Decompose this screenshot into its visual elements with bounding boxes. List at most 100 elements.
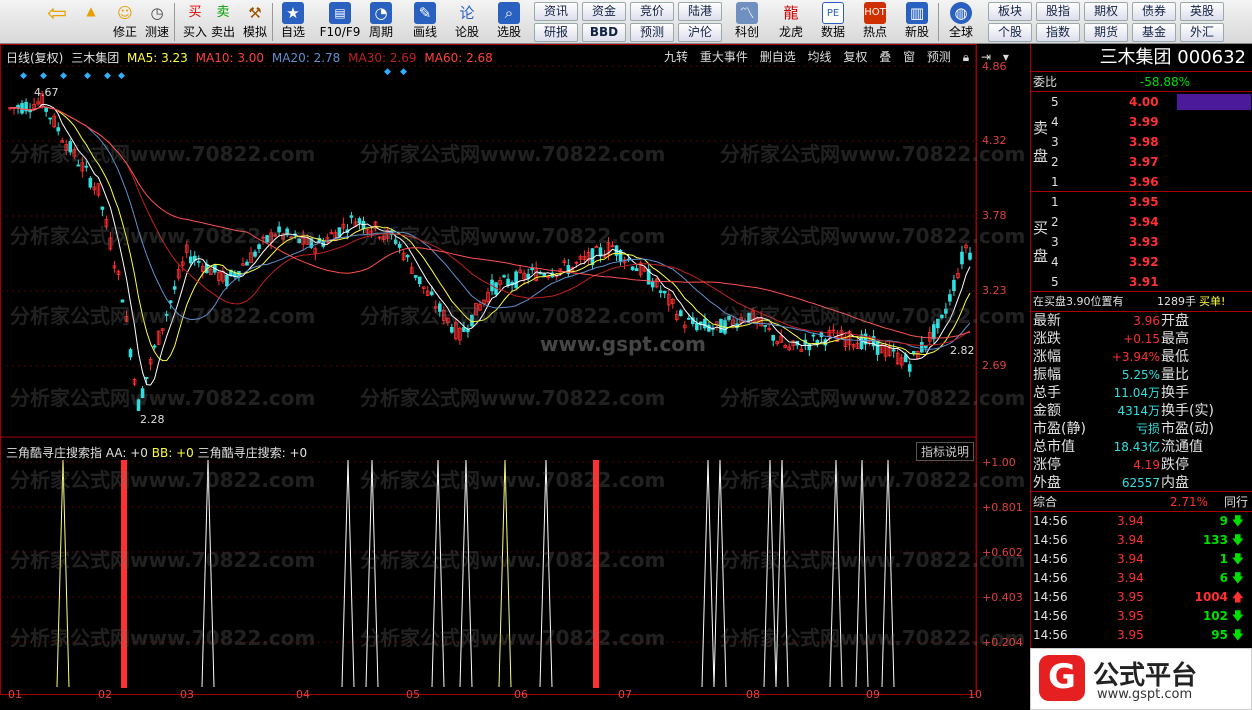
candle-body (907, 364, 912, 372)
hotspot-button[interactable]: HOT 热点 (858, 2, 892, 42)
futures-tab[interactable]: 期货 (1084, 23, 1128, 42)
indicator-spike (498, 459, 512, 688)
shanghai-london-tab[interactable]: 沪伦 (678, 23, 722, 42)
simulate-button[interactable]: ⚒ 模拟 (238, 2, 272, 42)
kline-chart[interactable]: ◆ ◆ ◆ ◆ ◆ ◆ ◆ ◆ (0, 44, 1030, 710)
auction-tab[interactable]: 竞价 (630, 2, 674, 21)
up-arrow-button[interactable]: ▲ (80, 2, 102, 42)
candle-body (911, 350, 916, 354)
stat-label: 金额 (1033, 403, 1061, 419)
stat-label-2: 内盘 (1161, 475, 1189, 491)
sell-price: 4.00 (1129, 95, 1159, 109)
ma60-line (10, 106, 971, 339)
f10-button[interactable]: ▤ F10/F9 (318, 2, 362, 42)
sell-level: 2 (1051, 155, 1059, 169)
tick-time: 14:56 (1033, 514, 1068, 528)
candle-body (277, 226, 281, 233)
ipo-button[interactable]: ▥ 新股 (900, 2, 934, 42)
kline-chart-area[interactable]: ◆ ◆ ◆ ◆ ◆ ◆ ◆ ◆ 分析家公式网www.70822.com 分析家公式网www.7… (0, 44, 1030, 710)
tool-window[interactable]: 窗 (903, 50, 915, 64)
drawline-button[interactable]: ✎ 画线 (408, 2, 442, 42)
event-marker: ◆ (84, 71, 91, 81)
stat-row: 最新 3.96 开盘 (1031, 312, 1252, 330)
logo-url: www.gspt.com (1097, 687, 1193, 702)
research-tab[interactable]: 研报 (534, 23, 578, 42)
candle-body (265, 235, 269, 243)
index-tab[interactable]: 指数 (1036, 23, 1080, 42)
tool-jiuzhuan[interactable]: 九转 (664, 50, 688, 64)
candle-body (20, 103, 24, 114)
indicator-red-bar (121, 460, 127, 688)
sell-button[interactable]: 卖 卖出 (206, 2, 240, 42)
tick-time: 14:56 (1033, 609, 1068, 623)
candle-body (120, 299, 125, 303)
indicator-aa: AA: +0 (105, 446, 148, 460)
period-label: 日线(复权) (6, 51, 64, 65)
stat-value: 亏损 (1135, 422, 1160, 436)
back-button[interactable]: ⇦ (40, 1, 74, 42)
hammer-icon: ⚒ (248, 4, 262, 22)
index-futures-tab[interactable]: 股指 (1036, 2, 1080, 21)
indicator-spike (701, 459, 715, 688)
candle-body (932, 324, 936, 340)
dragon-tiger-button[interactable]: 龍 龙虎 (774, 2, 808, 42)
indicator-help-button[interactable]: 指标说明 (916, 442, 975, 461)
candle-body (875, 340, 880, 355)
tool-forecast[interactable]: 预测 (927, 50, 951, 64)
options-tab[interactable]: 期权 (1084, 2, 1128, 21)
arrow-up-icon: 🡅 (1231, 590, 1244, 604)
candle-body (960, 251, 964, 265)
candle-body (245, 261, 249, 266)
tick-time: 14:56 (1033, 590, 1068, 604)
period-button[interactable]: ◔ 周期 (364, 2, 398, 42)
bbd-tab[interactable]: BBD (582, 23, 626, 42)
stat-label-2: 量比 (1161, 367, 1189, 383)
stat-row: 总市值 18.43亿 流通值 (1031, 438, 1252, 456)
bonds-tab[interactable]: 债券 (1132, 2, 1176, 21)
hk-connect-tab[interactable]: 陆港 (678, 2, 722, 21)
discuss-button[interactable]: 论 论股 (450, 2, 484, 42)
stock-tab[interactable]: 个股 (988, 23, 1032, 42)
tool-overlay[interactable]: 叠 (879, 50, 891, 64)
sector-tab[interactable]: 板块 (988, 2, 1032, 21)
main-toolbar: ⇦ ▲ ☺ 修正 ◷ 测速 买 买入 卖 卖出 ⚒ 模拟 ★ 自选 ▤ F10/… (0, 0, 1252, 44)
chart-icon: 〽 (736, 2, 758, 24)
buy-price: 3.92 (1129, 255, 1159, 269)
tool-ma[interactable]: 均线 (808, 50, 832, 64)
fix-button[interactable]: ☺ 修正 (108, 2, 142, 42)
stat-label: 振幅 (1033, 367, 1061, 383)
event-marker: ◆ (118, 71, 125, 81)
tool-remove-watch[interactable]: 删自选 (760, 50, 796, 64)
candle-body (349, 215, 354, 218)
news-tab[interactable]: 资讯 (534, 2, 578, 21)
tool-major-events[interactable]: 重大事件 (700, 50, 748, 64)
candle-body (542, 273, 547, 277)
ma10-line (10, 106, 971, 362)
order-action: 买单! (1199, 295, 1226, 308)
candle-body (462, 327, 466, 332)
star-market-button[interactable]: 〽 科创 (730, 2, 764, 42)
indicator-spike (201, 459, 215, 688)
forecast-tab[interactable]: 预测 (630, 23, 674, 42)
candle-body (919, 342, 924, 353)
stat-label-2: 换手(实) (1161, 403, 1214, 419)
watchlist-button[interactable]: ★ 自选 (276, 2, 310, 42)
lock-icon[interactable]: 🔒︎ (963, 50, 969, 64)
buy-level-row: 5 3.91 (1047, 272, 1251, 292)
ma20-line (10, 106, 971, 350)
uk-stock-tab[interactable]: 英股 (1180, 2, 1224, 21)
indicator-name: 三角酷寻庄搜索指 (6, 446, 103, 460)
tick-price: 3.94 (1117, 552, 1144, 566)
global-button[interactable]: ◍ 全球 (944, 2, 978, 42)
screener-button[interactable]: ⌕ 选股 (492, 2, 526, 42)
candle-body (152, 345, 157, 348)
stat-label: 外盘 (1033, 475, 1061, 491)
forex-tab[interactable]: 外汇 (1180, 23, 1224, 42)
stat-row: 涨跌 +0.15 最高 (1031, 330, 1252, 348)
speedtest-button[interactable]: ◷ 测速 (140, 2, 174, 42)
price-tick: 2.69 (982, 359, 1007, 372)
data-button[interactable]: PE 数据 (816, 2, 850, 42)
fund-tab[interactable]: 资金 (582, 2, 626, 21)
tool-adjust[interactable]: 复权 (843, 50, 867, 64)
fund-market-tab[interactable]: 基金 (1132, 23, 1176, 42)
